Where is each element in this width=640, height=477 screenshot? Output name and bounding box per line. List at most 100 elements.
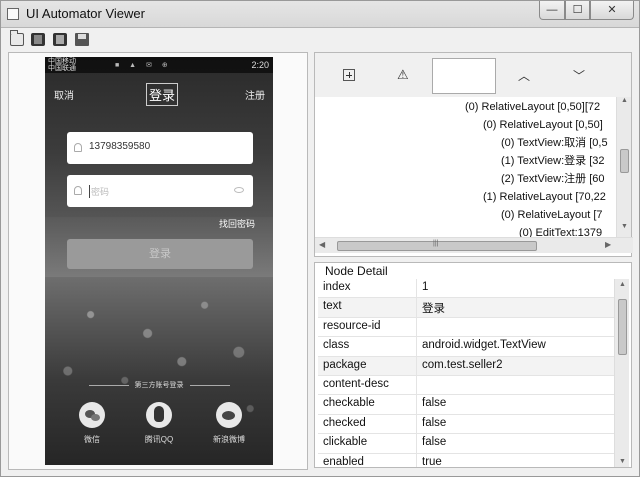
third-party-login-label: 第三方账号登录	[45, 380, 273, 390]
scroll-up-icon[interactable]: ▲	[615, 281, 630, 288]
qq-icon	[146, 402, 172, 428]
node-filter-box[interactable]	[432, 58, 496, 94]
tree-node[interactable]: (0) RelativeLayout [0,50][72	[465, 98, 600, 116]
chevron-up-icon[interactable]: ︿	[518, 67, 530, 84]
tree-node[interactable]: (0) TextView:取消 [0,5	[501, 134, 608, 152]
detail-row[interactable]: checkable false	[318, 395, 614, 415]
node-detail-pane: Node Detail index 1 text 登录 resource-id cl…	[314, 262, 632, 468]
detail-value: false	[422, 436, 447, 449]
status-bar: 中国移动 中国联通 ■ ▲ ✉ ⊕ 2:20	[45, 57, 273, 73]
hierarchy-tree: (0) RelativeLayout [0,50][72 (0) Relativ…	[315, 97, 615, 237]
detail-row[interactable]: content-desc	[318, 375, 614, 396]
detail-key: checked	[323, 416, 366, 429]
scroll-thumb[interactable]	[620, 149, 629, 173]
weibo-icon	[216, 402, 242, 428]
detail-row[interactable]: package com.test.seller2	[318, 356, 614, 376]
carrier-label: 中国移动 中国联通	[48, 58, 76, 72]
phone-number-field[interactable]: 13798359580	[67, 132, 253, 164]
nav-register[interactable]: 注册	[245, 87, 265, 102]
scroll-thumb[interactable]	[618, 299, 627, 355]
warning-icon[interactable]: ⚠	[397, 67, 409, 83]
lock-icon	[74, 186, 82, 195]
user-icon	[74, 143, 82, 152]
tree-node[interactable]: (0) RelativeLayout [0,50]	[483, 116, 603, 134]
status-time: 2:20	[251, 60, 269, 70]
detail-key: class	[323, 339, 350, 352]
hierarchy-vertical-scrollbar[interactable]: ▲ ▼	[616, 97, 631, 237]
detail-value: 1	[422, 281, 429, 293]
tree-node[interactable]: (0) RelativeLayout [7	[501, 206, 603, 224]
detail-key: clickable	[323, 436, 368, 449]
node-detail-table: index 1 text 登录 resource-id class android.w…	[318, 279, 614, 467]
detail-value: true	[422, 455, 442, 467]
close-button[interactable]: ✕	[590, 0, 634, 20]
qq-login[interactable]: 腾讯QQ	[134, 402, 184, 445]
detail-row[interactable]: index 1	[318, 279, 614, 299]
detail-row[interactable]: clickable false	[318, 434, 614, 454]
tree-node-selected[interactable]: (1) TextView:登录 [32	[501, 152, 605, 170]
title-bar: UI Automator Viewer — ☐ ✕	[0, 0, 640, 28]
minimize-button[interactable]: —	[539, 0, 565, 20]
detail-key: content-desc	[323, 377, 389, 390]
scroll-grip: |||	[433, 240, 439, 247]
open-icon[interactable]	[10, 30, 24, 46]
tree-node[interactable]: (2) TextView:注册 [60	[501, 170, 605, 188]
app-icon	[7, 8, 19, 20]
forgot-password-link[interactable]: 找回密码	[219, 217, 255, 230]
hierarchy-horizontal-scrollbar[interactable]: ◀ ||| ▶	[315, 237, 633, 253]
detail-row[interactable]: enabled true	[318, 453, 614, 467]
carrier-line-1: 中国移动	[48, 58, 76, 65]
eye-icon[interactable]	[234, 187, 244, 193]
wechat-icon	[79, 402, 105, 428]
detail-key: package	[323, 358, 367, 371]
main-toolbar	[0, 28, 640, 52]
qq-label: 腾讯QQ	[144, 435, 174, 444]
tree-node[interactable]: (0) EditText:1379	[519, 224, 602, 237]
phone-number-value: 13798359580	[89, 141, 151, 152]
node-detail-title: Node Detail	[323, 264, 390, 278]
scroll-up-icon[interactable]: ▲	[617, 97, 632, 111]
hierarchy-toolbar: ⚠ ︿ ﹀	[315, 53, 631, 97]
detail-row[interactable]: class android.widget.TextView	[318, 337, 614, 357]
password-placeholder: 密码	[89, 185, 110, 198]
detail-value: false	[422, 416, 447, 429]
status-icons: ■ ▲ ✉ ⊕	[115, 62, 172, 69]
weibo-login[interactable]: 新浪微博	[204, 402, 254, 445]
detail-key: enabled	[323, 455, 364, 467]
hierarchy-pane: ⚠ ︿ ﹀ (0) RelativeLayout [0,50][72 (0) R…	[314, 52, 633, 257]
maximize-button[interactable]: ☐	[565, 0, 590, 20]
wechat-login[interactable]: 微信	[67, 402, 117, 445]
nav-title-selected[interactable]: 登录	[146, 83, 179, 106]
scroll-down-icon[interactable]: ▼	[615, 458, 630, 465]
weibo-label: 新浪微博	[213, 435, 245, 444]
password-field[interactable]: 密码	[67, 175, 253, 207]
nav-cancel[interactable]: 取消	[54, 87, 74, 102]
detail-vertical-scrollbar[interactable]: ▲ ▼	[614, 279, 629, 467]
scroll-left-icon[interactable]: ◀	[319, 240, 325, 249]
detail-key: index	[323, 281, 351, 293]
save-icon[interactable]	[75, 33, 89, 46]
device-screenshot-compressed-icon[interactable]	[53, 33, 67, 46]
detail-key: text	[323, 300, 342, 313]
detail-row[interactable]: resource-id	[318, 317, 614, 338]
device-screenshot-icon[interactable]	[31, 33, 45, 46]
detail-value: com.test.seller2	[422, 358, 503, 371]
wechat-label: 微信	[84, 435, 100, 444]
login-button[interactable]: 登录	[67, 239, 253, 269]
screenshot-pane: 中国移动 中国联通 ■ ▲ ✉ ⊕ 2:20 取消 登录 注册 13798359…	[8, 52, 308, 470]
detail-value: 登录	[422, 303, 445, 316]
detail-value: false	[422, 397, 447, 410]
scroll-down-icon[interactable]: ▼	[617, 223, 632, 237]
detail-row[interactable]: text 登录	[318, 298, 614, 318]
chevron-down-icon[interactable]: ﹀	[573, 67, 585, 84]
detail-row[interactable]: checked false	[318, 414, 614, 435]
device-screenshot[interactable]: 中国移动 中国联通 ■ ▲ ✉ ⊕ 2:20 取消 登录 注册 13798359…	[45, 57, 273, 465]
detail-value: android.widget.TextView	[422, 339, 546, 352]
detail-key: resource-id	[323, 319, 381, 332]
window-title: UI Automator Viewer	[26, 6, 145, 21]
tree-node[interactable]: (1) RelativeLayout [70,22	[483, 188, 606, 206]
expand-all-icon[interactable]	[343, 69, 355, 81]
scroll-right-icon[interactable]: ▶	[605, 240, 611, 249]
carrier-line-2: 中国联通	[48, 65, 76, 72]
detail-key: checkable	[323, 397, 375, 410]
